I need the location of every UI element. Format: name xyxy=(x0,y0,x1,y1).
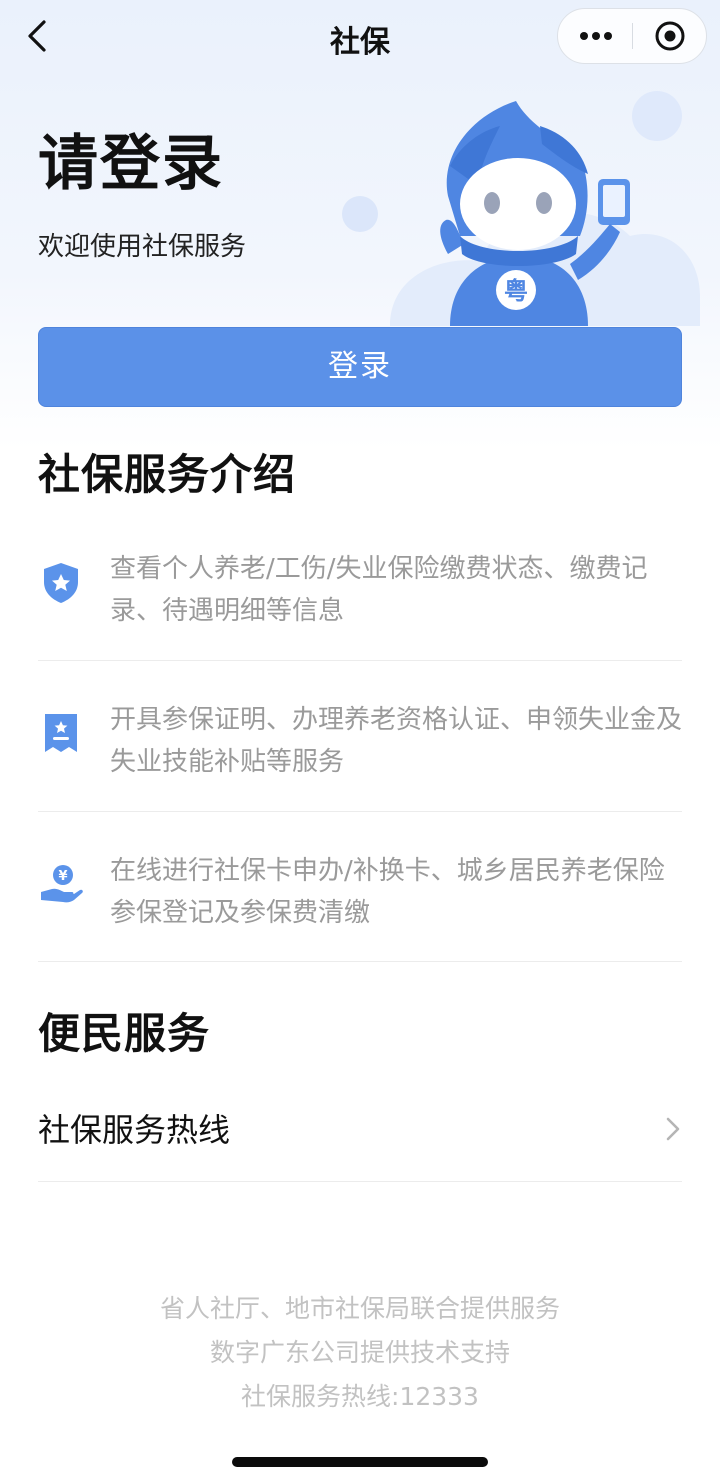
close-button[interactable] xyxy=(634,9,706,62)
divider xyxy=(38,1181,682,1182)
back-button[interactable] xyxy=(20,14,56,58)
intro-item: ¥ 在线进行社保卡申办/补换卡、城乡居民养老保险参保登记及参保费清缴 xyxy=(38,850,682,940)
chevron-right-icon xyxy=(666,1117,680,1141)
mascot-illustration: 粤 xyxy=(342,91,700,326)
footer-line-provider: 省人社厅、地市社保局联合提供服务 xyxy=(159,1294,560,1323)
login-button[interactable]: 登录 xyxy=(38,327,682,407)
certificate-icon xyxy=(45,714,77,752)
intro-item-text: 查看个人养老/工伤/失业保险缴费状态、缴费记录、待遇明细等信息 xyxy=(110,554,648,626)
chevron-left-icon xyxy=(28,20,46,52)
svg-text:¥: ¥ xyxy=(58,869,67,884)
hotline-label: 社保服务热线 xyxy=(38,1111,231,1149)
intro-item: 查看个人养老/工伤/失业保险缴费状态、缴费记录、待遇明细等信息 xyxy=(38,548,682,638)
divider xyxy=(38,660,682,661)
mini-program-capsule xyxy=(557,8,707,64)
hand-coin-icon: ¥ xyxy=(41,865,83,903)
home-indicator xyxy=(232,1457,488,1467)
shield-star-icon xyxy=(44,563,78,603)
nav-bar: 社保 xyxy=(0,0,720,72)
hero-subtitle: 欢迎使用社保服务 xyxy=(38,232,247,262)
intro-section-title: 社保服务介绍 xyxy=(38,450,297,499)
intro-item-text: 开具参保证明、办理养老资格认证、申领失业金及失业技能补贴等服务 xyxy=(110,705,683,777)
hero-title: 请登录 xyxy=(38,129,224,199)
intro-item-text: 在线进行社保卡申办/补换卡、城乡居民养老保险参保登记及参保费清缴 xyxy=(110,856,665,928)
page: 社保 请登录 欢迎使用社保服务 粤 登录 社保服务介绍 查看个人养老/工伤/失业… xyxy=(0,0,720,1481)
intro-item: 开具参保证明、办理养老资格认证、申领失业金及失业技能补贴等服务 xyxy=(38,699,682,789)
mascot-badge: 粤 xyxy=(504,277,528,305)
divider xyxy=(38,961,682,962)
footer-line-tech: 数字广东公司提供技术支持 xyxy=(209,1338,510,1367)
divider xyxy=(38,811,682,812)
hotline-list-item[interactable]: 社保服务热线 xyxy=(38,1098,682,1162)
capsule-divider xyxy=(632,23,633,49)
target-close-icon xyxy=(655,21,685,51)
more-button[interactable] xyxy=(558,9,633,62)
convenience-section-title: 便民服务 xyxy=(38,1009,211,1058)
footer-line-hotline: 社保服务热线:12333 xyxy=(241,1382,479,1411)
